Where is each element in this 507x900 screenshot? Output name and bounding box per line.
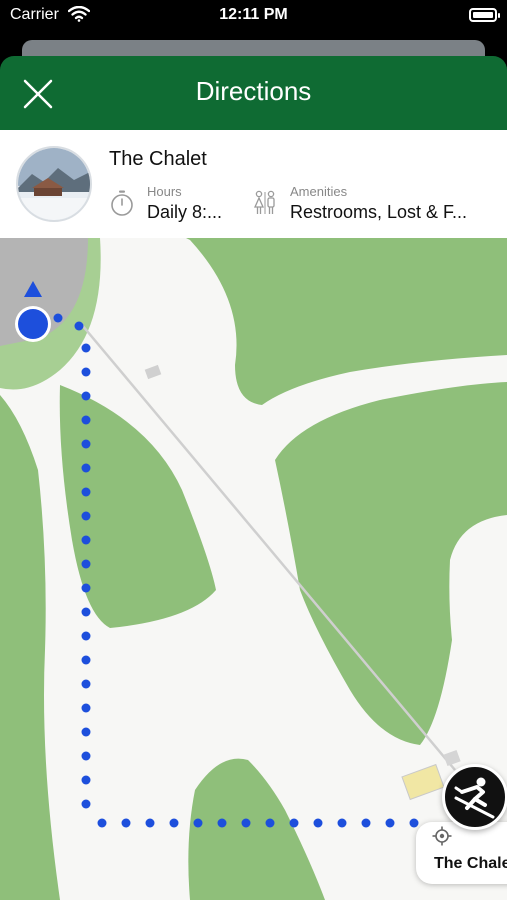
target-icon	[432, 826, 452, 846]
place-name: The Chalet	[109, 148, 207, 170]
skier-icon	[454, 777, 495, 819]
status-time: 12:11 PM	[219, 6, 288, 23]
place-info-card[interactable]: The Chalet Hours Daily 8:... Amenities R…	[0, 130, 507, 238]
status-bar: Carrier 12:11 PM	[0, 0, 507, 34]
place-thumbnail	[16, 146, 92, 222]
stopwatch-icon	[111, 190, 133, 216]
destination-label-card[interactable]	[416, 822, 507, 884]
amenities-value: Restrooms, Lost & F...	[290, 202, 468, 222]
battery-icon	[469, 8, 500, 22]
chalet-marker[interactable]	[442, 764, 507, 830]
trail-map[interactable]	[0, 238, 507, 900]
hours-label: Hours	[147, 184, 182, 199]
restroom-icon	[253, 190, 275, 214]
destination-label: The Chalet	[434, 855, 507, 872]
directions-header: Directions	[0, 56, 507, 130]
amenities-label: Amenities	[290, 184, 348, 199]
map-canvas	[0, 238, 507, 900]
hours-value: Daily 8:...	[147, 202, 223, 222]
page-title: Directions	[195, 76, 312, 106]
